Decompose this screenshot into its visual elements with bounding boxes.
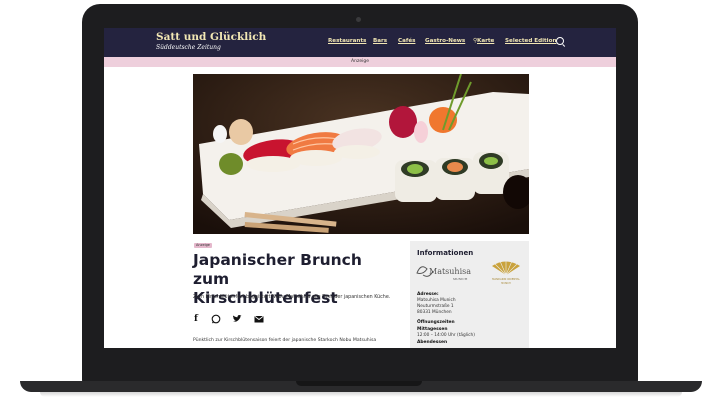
- hours-dinner-label: Abendessen: [417, 340, 448, 345]
- mandarin-logo-sub: MUNICH: [501, 282, 511, 285]
- headline-line-1: Japanischer Brunch zum: [193, 251, 362, 288]
- nav-bars[interactable]: Bars: [373, 38, 387, 48]
- address-line: Matsuhisa Munich: [417, 298, 456, 303]
- info-title: Informationen: [417, 249, 474, 257]
- search-icon[interactable]: [556, 37, 564, 45]
- hero-image: [193, 74, 529, 234]
- matsuhisa-logo-text: Matsuhisa: [429, 267, 471, 276]
- sushi-photo: [193, 74, 529, 234]
- nav-selected-edition[interactable]: Selected Edition: [505, 38, 556, 48]
- fan-logo-graphic: MANDARIN ORIENTAL MUNICH: [492, 260, 520, 285]
- ad-bar: Anzeige: [104, 57, 616, 67]
- facebook-icon[interactable]: f: [194, 314, 198, 324]
- camera: [356, 17, 361, 22]
- twitter-icon[interactable]: [232, 314, 242, 324]
- nav-gastro-news[interactable]: Gastro-News: [425, 38, 465, 48]
- site-logo-subtitle: Süddeutsche Zeitung: [156, 44, 221, 51]
- matsuhisa-logo-sub: MUNICH: [453, 277, 468, 281]
- nav-cafes[interactable]: Cafés: [398, 38, 415, 48]
- matsuhisa-logo: Matsuhisa MUNICH: [415, 261, 477, 283]
- address-line: 80331 München: [417, 310, 452, 315]
- article-intro: Zum Kirschblütenfest begeistert Nobu Mat…: [193, 295, 391, 300]
- info-box: Informationen Matsuhisa MUNICH MANDARIN …: [410, 241, 529, 348]
- hours-lunch-time: 12:00 – 14:00 Uhr (täglich): [417, 333, 475, 338]
- envelope-icon-graphic: [254, 315, 264, 323]
- site-header: Satt und Glücklich Süddeutsche Zeitung R…: [104, 28, 616, 57]
- address-label: Adresse:: [417, 292, 439, 297]
- laptop-notch: [296, 381, 422, 386]
- nav-restaurants[interactable]: Restaurants: [328, 38, 366, 48]
- matsuhisa-logo-graphic: Matsuhisa MUNICH: [416, 266, 471, 281]
- whatsapp-icon-graphic: [211, 314, 221, 324]
- nav-karte[interactable]: Karte: [477, 38, 494, 48]
- mandarin-logo-text: MANDARIN ORIENTAL: [492, 277, 520, 281]
- site-logo-title[interactable]: Satt und Glücklich: [156, 31, 266, 43]
- laptop-shadow: [40, 392, 682, 397]
- whatsapp-icon[interactable]: [211, 314, 221, 324]
- hours-lunch-label: Mittagessen: [417, 327, 448, 332]
- sponsored-badge: Anzeige: [194, 243, 212, 248]
- mandarin-oriental-logo: MANDARIN ORIENTAL MUNICH: [489, 259, 523, 287]
- address-line: Neuturmstraße 1: [417, 304, 454, 309]
- browser-screen: Satt und Glücklich Süddeutsche Zeitung R…: [104, 28, 616, 348]
- article-body: Pünktlich zur Kirschblütensaison feiert …: [193, 338, 377, 343]
- twitter-icon-graphic: [233, 314, 242, 322]
- hours-label: Öffnungszeiten: [417, 320, 455, 325]
- email-icon[interactable]: [254, 314, 264, 324]
